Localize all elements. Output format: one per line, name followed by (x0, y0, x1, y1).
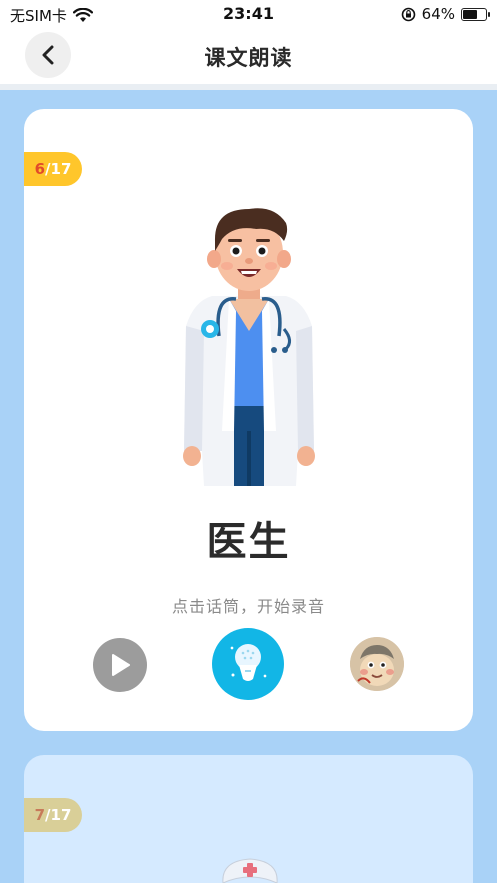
page-title: 课文朗读 (204, 46, 293, 70)
rotation-lock-icon (401, 7, 415, 21)
page-current: 6 (34, 160, 46, 178)
status-bar: 无SIM卡 23:41 64% (0, 0, 497, 28)
status-right: 64% (401, 5, 490, 23)
user-avatar-button[interactable] (350, 637, 404, 691)
avatar (350, 637, 404, 691)
doctor-illustration (183, 208, 315, 486)
page-badge: 7/17 (24, 798, 82, 832)
record-button[interactable] (212, 628, 284, 700)
nav-divider (0, 84, 497, 90)
lesson-card-current: 6/17 医生 点击话筒，开始录音 (24, 109, 473, 731)
page-total: 17 (50, 806, 72, 824)
page-current: 7 (34, 806, 46, 824)
nurse-illustration (222, 858, 278, 883)
lesson-word: 医生 (206, 519, 291, 565)
battery-icon (461, 7, 490, 21)
record-hint: 点击话筒，开始录音 (171, 597, 325, 616)
page-total: 17 (50, 160, 72, 178)
play-button[interactable] (93, 638, 147, 692)
battery-percent: 64% (421, 5, 455, 23)
page-badge: 6/17 (24, 152, 82, 186)
nav-bar: 课文朗读 (0, 28, 497, 84)
microphone-icon (230, 644, 267, 681)
play-icon (112, 654, 130, 676)
lesson-card-next[interactable]: 7/17 (24, 755, 473, 883)
